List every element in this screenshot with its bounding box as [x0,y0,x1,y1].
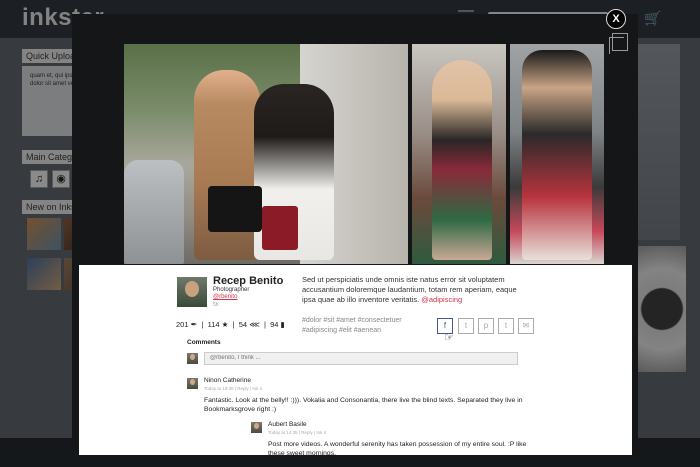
comment-author[interactable]: Ninon Catherine [204,377,251,384]
avatar[interactable] [177,277,207,307]
post-time: 5h [213,302,219,308]
post-photo-person [432,60,492,260]
pointer-cursor-icon: ☞ [444,332,454,344]
post-description: Sed ut perspiciatis unde omnis iste natu… [302,275,532,305]
author-handle[interactable]: @rbenito [213,294,237,300]
post-hashtags[interactable]: #dolor #sit #amet #consectetuer #adipisc… [302,316,427,336]
likes-count: 114 [207,320,220,329]
post-stats: 201 ✒ | 114 ★ | 54 ⋘ | 94 ▮ [176,320,285,329]
comment-avatar[interactable] [187,378,198,389]
comments-count: 94 [270,320,279,329]
comment-meta[interactable]: Today at 14:35 | Reply | Ink it [268,430,326,435]
ink-icon[interactable]: ✒ [191,320,198,329]
comment-icon[interactable]: ▮ [281,320,285,329]
post-photo-car [124,160,184,264]
pinterest-icon[interactable]: p [478,318,494,334]
tumblr-icon[interactable]: t [498,318,514,334]
current-user-avatar [187,353,198,364]
post-description-text: Sed ut perspiciatis unde omnis iste natu… [302,275,517,304]
share-icon[interactable]: ⋘ [249,320,260,329]
post-photo-bag [208,186,262,232]
comment-input[interactable] [204,352,518,365]
comment-text: Fantastic. Look at the belly!! :))). Vok… [204,397,523,413]
author-name[interactable]: Recep Benito [213,275,283,287]
comment-avatar[interactable] [251,422,262,433]
comment-meta[interactable]: Today at 13:30 | Reply | Ink it [204,386,262,391]
close-icon[interactable]: X [606,9,626,29]
comments-title: Comments [187,339,221,346]
author-role: Photographer [213,287,250,293]
post-photo-bag [262,206,298,250]
shares-count: 54 [238,320,248,329]
views-count: 201 [176,320,189,329]
email-icon[interactable]: ✉ [518,318,534,334]
gallery-icon[interactable] [609,33,628,54]
post-photo-person [522,50,592,260]
comment-author[interactable]: Aubert Basile [268,421,307,428]
twitter-icon[interactable]: t [458,318,474,334]
star-icon[interactable]: ★ [222,320,229,329]
post-description-tag[interactable]: @adipiscing [421,295,462,304]
bottom-strip [0,455,700,467]
